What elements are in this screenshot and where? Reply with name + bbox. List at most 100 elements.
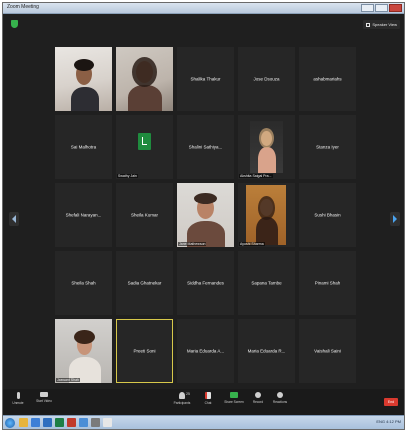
participant-tile[interactable]: Sheila Kumar: [116, 183, 173, 247]
shield-icon[interactable]: [11, 20, 18, 28]
participant-tile[interactable]: Maria Eduarda R...: [238, 319, 295, 383]
person-hair: [258, 196, 275, 220]
close-window-button[interactable]: [389, 4, 402, 12]
person-body: [128, 85, 162, 111]
participant-tile[interactable]: [55, 47, 112, 111]
participant-tile[interactable]: ashabmariahs: [299, 47, 356, 111]
participant-tile[interactable]: Jaswant Shah: [55, 319, 112, 383]
speaker-view-button[interactable]: Speaker View: [363, 20, 400, 29]
participant-tile[interactable]: Swathy Jain: [116, 115, 173, 179]
participant-name: Sapana Tambe: [251, 280, 282, 286]
person-hair: [132, 57, 157, 87]
participant-name-label: Swathy Jain: [117, 174, 138, 178]
participant-tile[interactable]: Maria Eduarda A...: [177, 319, 234, 383]
participant-name: Siddha Fernandes: [187, 280, 224, 286]
media-icon[interactable]: [67, 418, 76, 427]
grid-view-icon: [366, 22, 371, 27]
excel-icon[interactable]: [55, 418, 64, 427]
end-meeting-button[interactable]: End: [384, 398, 398, 406]
end-label: End: [387, 400, 395, 404]
participant-name: Shefali Narayan...: [65, 212, 102, 218]
participants-label: Participants: [173, 401, 191, 405]
person-hair: [259, 128, 274, 148]
person-hair: [74, 59, 94, 71]
participant-tile[interactable]: Pinami Shah: [299, 251, 356, 315]
participant-name: Sheila Kumar: [130, 212, 158, 218]
participant-tile[interactable]: Sai Malhotra: [55, 115, 112, 179]
participant-tile[interactable]: Jane Mathewson: [177, 183, 234, 247]
participant-video: [116, 47, 173, 111]
participant-tile[interactable]: Jose Dsouza: [238, 47, 295, 111]
microphone-icon: [16, 392, 20, 399]
title-bar: Zoom Meeting: [3, 3, 404, 14]
zoom-icon[interactable]: [79, 418, 88, 427]
participant-name: Preeti Soni: [133, 348, 156, 354]
participant-tile[interactable]: Sapana Tambe: [238, 251, 295, 315]
record-icon: [255, 392, 261, 398]
participant-name: Sadia Ghatnekar: [127, 280, 162, 286]
participant-name-label: Akshita Saigal Pra...: [239, 174, 273, 178]
participants-button[interactable]: Participants: [169, 392, 195, 412]
tray-clock[interactable]: ENG 4:12 PM: [376, 419, 401, 424]
participant-name: Shalika Thakur: [190, 76, 221, 82]
participant-video: [55, 47, 112, 111]
share-screen-icon: [230, 392, 238, 398]
participant-tile[interactable]: Shalika Thakur: [177, 47, 234, 111]
word-icon[interactable]: [43, 418, 52, 427]
participant-tile[interactable]: Sushi Bhasin: [299, 183, 356, 247]
participant-tile[interactable]: Vaishali Saini: [299, 319, 356, 383]
start-video-button[interactable]: Start Video: [31, 392, 57, 412]
reactions-button[interactable]: Reactions: [267, 392, 293, 412]
participant-tile[interactable]: Shefali Narayan...: [55, 183, 112, 247]
os-taskbar: ENG 4:12 PM: [3, 415, 404, 429]
participant-tile[interactable]: Stanza Iyer: [299, 115, 356, 179]
participant-name: Shalini Sathiya...: [188, 144, 223, 150]
window-title: Zoom Meeting: [7, 4, 39, 10]
start-icon[interactable]: [5, 418, 15, 428]
participant-name: Sheila Shah: [71, 280, 96, 286]
meeting-top-bar: Speaker View: [3, 14, 404, 44]
participant-name-label: Jane Mathewson: [178, 242, 207, 246]
unmute-label: Unmute: [12, 401, 24, 405]
app-icon[interactable]: [103, 418, 112, 427]
person-hair: [194, 193, 217, 204]
participant-name-label: Ayushi Sharma: [239, 242, 265, 246]
previous-page-button[interactable]: [9, 212, 19, 226]
participant-name: Pinami Shah: [314, 280, 341, 286]
participant-name: ashabmariahs: [313, 76, 342, 82]
participant-tile[interactable]: Akshita Saigal Pra...: [238, 115, 295, 179]
minimize-button[interactable]: [361, 4, 374, 12]
participant-video: [55, 319, 112, 383]
participant-name: Maria Eduarda A...: [186, 348, 225, 354]
camera-icon: [40, 392, 48, 397]
participant-tile[interactable]: [116, 47, 173, 111]
active-speaker-tile[interactable]: Preeti Soni: [116, 319, 173, 383]
participant-tile[interactable]: Shalini Sathiya...: [177, 115, 234, 179]
reactions-label: Reactions: [272, 400, 288, 404]
app-icon[interactable]: [91, 418, 100, 427]
file-explorer-icon[interactable]: [19, 418, 28, 427]
participant-tile[interactable]: Ayushi Sharma: [238, 183, 295, 247]
participant-name: Sushi Bhasin: [314, 212, 341, 218]
unmute-button[interactable]: Unmute: [5, 392, 31, 412]
participant-count: 25: [186, 392, 190, 396]
participant-video: [250, 121, 283, 173]
participants-icon: [179, 392, 185, 399]
chat-icon: [205, 392, 211, 399]
participant-video: [246, 185, 286, 245]
arrow-left-icon: [12, 215, 16, 223]
share-screen-button[interactable]: Share Screen: [221, 392, 247, 412]
zoom-meeting-window: Zoom Meeting Speaker View Shalika Thakur…: [2, 2, 405, 430]
participant-tile[interactable]: Siddha Fernandes: [177, 251, 234, 315]
profile-logo-icon: [138, 133, 151, 150]
participant-tile[interactable]: Sheila Shah: [55, 251, 112, 315]
share-screen-label: Share Screen: [224, 400, 244, 404]
browser-icon[interactable]: [31, 418, 40, 427]
participant-tile[interactable]: Sadia Ghatnekar: [116, 251, 173, 315]
record-label: Record: [252, 400, 264, 404]
chat-button[interactable]: Chat: [195, 392, 221, 412]
maximize-button[interactable]: [375, 4, 388, 12]
next-page-button[interactable]: [390, 212, 400, 226]
person-body: [256, 217, 278, 245]
participant-name: Sai Malhotra: [70, 144, 97, 150]
